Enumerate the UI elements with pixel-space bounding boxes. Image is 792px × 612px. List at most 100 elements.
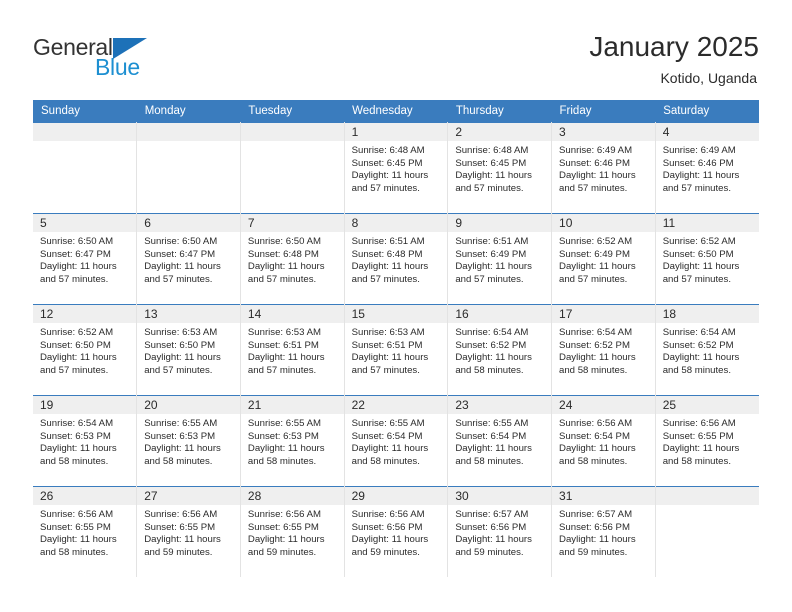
calendar-day-cell[interactable]: 31 Sunrise: 6:57 AM Sunset: 6:56 PM Dayligh… <box>551 486 656 577</box>
day-details: Sunrise: 6:56 AM Sunset: 6:54 PM Daylight:… <box>552 414 655 468</box>
calendar-day-cell[interactable]: 16 Sunrise: 6:54 AM Sunset: 6:52 PM Dayligh… <box>447 304 553 396</box>
calendar-day-cell[interactable]: 7 Sunrise: 6:50 AM Sunset: 6:48 PM Daylight… <box>240 213 345 305</box>
day-details: Sunrise: 6:57 AM Sunset: 6:56 PM Daylight:… <box>552 505 655 559</box>
calendar-day-cell[interactable]: 19 Sunrise: 6:54 AM Sunset: 6:53 PM Dayligh… <box>33 395 138 487</box>
daylight-text-line1: Daylight: 11 hours <box>455 170 532 182</box>
sunset-text: Sunset: 6:45 PM <box>351 157 423 169</box>
daylight-text-line2: and 57 minutes. <box>351 182 420 194</box>
calendar-day-cell[interactable]: 17 Sunrise: 6:54 AM Sunset: 6:52 PM Dayligh… <box>551 304 656 396</box>
weekday-header-friday: Friday <box>551 100 656 123</box>
calendar-day-cell[interactable]: 9 Sunrise: 6:51 AM Sunset: 6:49 PM Daylight… <box>447 213 553 305</box>
sunset-text: Sunset: 6:52 PM <box>559 339 630 351</box>
calendar-day-cell[interactable]: 10 Sunrise: 6:52 AM Sunset: 6:49 PM Dayligh… <box>551 213 656 305</box>
calendar-day-cell[interactable]: 20 Sunrise: 6:55 AM Sunset: 6:53 PM Dayligh… <box>136 395 241 487</box>
sunset-text: Sunset: 6:47 PM <box>144 248 216 260</box>
day-details: Sunrise: 6:54 AM Sunset: 6:52 PM Daylight:… <box>552 323 655 377</box>
sunset-text: Sunset: 6:53 PM <box>144 430 216 442</box>
daylight-text-line1: Daylight: 11 hours <box>559 443 636 455</box>
day-number: 21 <box>240 396 344 414</box>
daylight-text-line2: and 58 minutes. <box>662 455 731 467</box>
calendar-day-cell[interactable]: 25 Sunrise: 6:56 AM Sunset: 6:55 PM Dayligh… <box>655 395 759 487</box>
sunset-text: Sunset: 6:45 PM <box>455 157 527 169</box>
sunrise-text: Sunrise: 6:55 AM <box>351 418 425 429</box>
day-number: 22 <box>344 396 448 414</box>
calendar-day-cell[interactable]: 21 Sunrise: 6:55 AM Sunset: 6:53 PM Dayligh… <box>240 395 345 487</box>
sunrise-text: Sunrise: 6:55 AM <box>455 418 529 429</box>
calendar-week-row: 12 Sunrise: 6:52 AM Sunset: 6:50 PM Dayligh… <box>33 304 759 396</box>
calendar-week-row: 1 Sunrise: 6:48 AM Sunset: 6:45 PM Daylight… <box>33 122 759 214</box>
calendar-header-row: Sunday Monday Tuesday Wednesday Thursday Frid… <box>33 100 759 123</box>
calendar-day-cell[interactable]: 2 Sunrise: 6:48 AM Sunset: 6:45 PM Daylight… <box>447 122 553 214</box>
calendar-day-cell[interactable]: 28 Sunrise: 6:56 AM Sunset: 6:55 PM Dayligh… <box>240 486 345 577</box>
sunrise-text: Sunrise: 6:51 AM <box>351 236 425 247</box>
daylight-text-line2: and 58 minutes. <box>40 455 109 467</box>
calendar-day-cell[interactable]: 12 Sunrise: 6:52 AM Sunset: 6:50 PM Dayligh… <box>33 304 138 396</box>
daylight-text-line1: Daylight: 11 hours <box>40 443 117 455</box>
title-block: January 2025 Kotido, Uganda <box>589 28 759 88</box>
calendar-day-cell[interactable]: 8 Sunrise: 6:51 AM Sunset: 6:48 PM Daylight… <box>344 213 449 305</box>
calendar-day-cell[interactable]: 13 Sunrise: 6:53 AM Sunset: 6:50 PM Dayligh… <box>136 304 241 396</box>
calendar-day-cell[interactable]: 5 Sunrise: 6:50 AM Sunset: 6:47 PM Daylight… <box>33 213 138 305</box>
day-number: 8 <box>344 214 448 232</box>
day-number <box>137 123 240 141</box>
sunset-text: Sunset: 6:56 PM <box>559 521 630 533</box>
calendar-day-cell[interactable]: 1 Sunrise: 6:48 AM Sunset: 6:45 PM Daylight… <box>344 122 449 214</box>
calendar-day-cell[interactable]: 26 Sunrise: 6:56 AM Sunset: 6:55 PM Dayligh… <box>33 486 138 577</box>
calendar-day-cell[interactable]: 15 Sunrise: 6:53 AM Sunset: 6:51 PM Dayligh… <box>344 304 449 396</box>
calendar-day-cell[interactable]: 3 Sunrise: 6:49 AM Sunset: 6:46 PM Daylight… <box>551 122 656 214</box>
calendar-day-cell[interactable]: 27 Sunrise: 6:56 AM Sunset: 6:55 PM Dayligh… <box>136 486 241 577</box>
daylight-text-line2: and 59 minutes. <box>351 546 420 558</box>
daylight-text-line1: Daylight: 11 hours <box>144 534 221 546</box>
calendar-day-cell[interactable]: 4 Sunrise: 6:49 AM Sunset: 6:46 PM Daylight… <box>655 122 759 214</box>
daylight-text-line2: and 58 minutes. <box>662 364 731 376</box>
weekday-header-sunday: Sunday <box>33 100 137 123</box>
daylight-text-line1: Daylight: 11 hours <box>247 534 325 546</box>
daylight-text-line2: and 57 minutes. <box>662 273 731 285</box>
daylight-text-line1: Daylight: 11 hours <box>247 352 325 364</box>
daylight-text-line1: Daylight: 11 hours <box>455 443 532 455</box>
calendar-day-cell[interactable]: 6 Sunrise: 6:50 AM Sunset: 6:47 PM Daylight… <box>136 213 241 305</box>
daylight-text-line2: and 57 minutes. <box>247 364 317 376</box>
day-number: 29 <box>344 487 448 505</box>
calendar-day-cell[interactable]: 23 Sunrise: 6:55 AM Sunset: 6:54 PM Dayligh… <box>447 395 553 487</box>
calendar-day-cell[interactable]: 30 Sunrise: 6:57 AM Sunset: 6:56 PM Dayligh… <box>447 486 553 577</box>
sunset-text: Sunset: 6:53 PM <box>40 430 111 442</box>
sunset-text: Sunset: 6:52 PM <box>455 339 527 351</box>
sunrise-text: Sunrise: 6:56 AM <box>40 509 114 520</box>
day-number: 7 <box>240 214 344 232</box>
sunset-text: Sunset: 6:50 PM <box>144 339 216 351</box>
daylight-text-line1: Daylight: 11 hours <box>559 352 636 364</box>
calendar-table: Sunday Monday Tuesday Wednesday Thursday Frid… <box>33 100 759 577</box>
day-number: 14 <box>240 305 344 323</box>
day-number: 11 <box>655 214 759 232</box>
sunrise-text: Sunrise: 6:56 AM <box>351 509 425 520</box>
day-number: 10 <box>552 214 655 232</box>
calendar-day-cell[interactable]: 18 Sunrise: 6:54 AM Sunset: 6:52 PM Dayligh… <box>655 304 759 396</box>
day-number: 2 <box>448 123 552 141</box>
day-number: 26 <box>33 487 137 505</box>
general-blue-logo[interactable]: General Blue <box>33 28 183 90</box>
calendar-day-cell[interactable]: 24 Sunrise: 6:56 AM Sunset: 6:54 PM Dayligh… <box>551 395 656 487</box>
calendar-day-cell[interactable]: 11 Sunrise: 6:52 AM Sunset: 6:50 PM Dayligh… <box>655 213 759 305</box>
daylight-text-line1: Daylight: 11 hours <box>559 261 636 273</box>
daylight-text-line2: and 57 minutes. <box>455 273 524 285</box>
daylight-text-line2: and 57 minutes. <box>144 273 213 285</box>
day-number: 13 <box>137 305 240 323</box>
sunrise-text: Sunrise: 6:49 AM <box>559 145 633 156</box>
calendar-day-cell[interactable]: 22 Sunrise: 6:55 AM Sunset: 6:54 PM Dayligh… <box>344 395 449 487</box>
day-number: 27 <box>137 487 240 505</box>
sunrise-text: Sunrise: 6:52 AM <box>40 327 114 338</box>
daylight-text-line1: Daylight: 11 hours <box>247 443 325 455</box>
calendar-body: 1 Sunrise: 6:48 AM Sunset: 6:45 PM Daylight… <box>33 122 759 577</box>
daylight-text-line1: Daylight: 11 hours <box>144 443 221 455</box>
day-details: Sunrise: 6:55 AM Sunset: 6:54 PM Daylight:… <box>345 414 448 468</box>
day-details: Sunrise: 6:51 AM Sunset: 6:48 PM Daylight:… <box>345 232 448 286</box>
day-details: Sunrise: 6:54 AM Sunset: 6:53 PM Daylight:… <box>33 414 136 468</box>
calendar-day-cell[interactable]: 29 Sunrise: 6:56 AM Sunset: 6:56 PM Dayligh… <box>344 486 449 577</box>
sunset-text: Sunset: 6:50 PM <box>40 339 111 351</box>
daylight-text-line2: and 58 minutes. <box>455 455 524 467</box>
sunrise-text: Sunrise: 6:53 AM <box>351 327 425 338</box>
daylight-text-line2: and 58 minutes. <box>144 455 213 467</box>
calendar-day-cell[interactable]: 14 Sunrise: 6:53 AM Sunset: 6:51 PM Dayligh… <box>240 304 345 396</box>
sunset-text: Sunset: 6:49 PM <box>559 248 630 260</box>
